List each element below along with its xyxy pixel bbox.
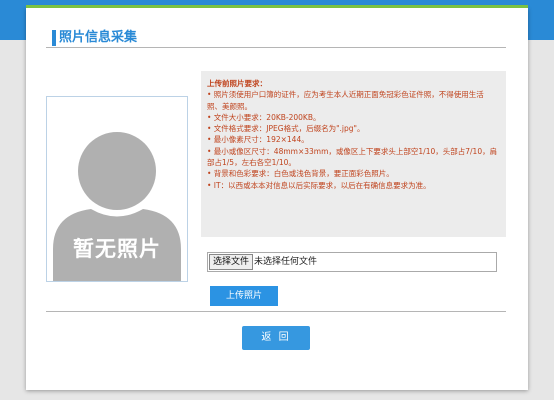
bottom-divider <box>46 311 506 312</box>
requirement-line: • 文件大小要求：20KB-200KB。 <box>207 112 321 122</box>
main-panel: 照片信息采集 暂无照片 上传前照片要求： • 照片须使用户口簿的证件，应为考生本… <box>26 5 528 390</box>
file-status-text: 未选择任何文件 <box>254 257 318 267</box>
requirement-line: • 照片须使用户口簿的证件，应为考生本人近期正面免冠彩色证件照，不得使用生活照、… <box>207 90 484 111</box>
requirement-line: • 最小像素尺寸：192×144。 <box>207 135 309 145</box>
requirement-line: • 文件格式要求：JPEG格式，后缀名为".jpg"。 <box>207 124 365 134</box>
section-title: 照片信息采集 <box>52 30 137 46</box>
upload-photo-button[interactable]: 上传照片 <box>210 286 278 306</box>
return-button[interactable]: 返 回 <box>242 326 310 350</box>
photo-preview: 暂无照片 <box>46 96 188 282</box>
requirement-line: • 背景和色彩要求：白色或浅色背景，要正面彩色照片。 <box>207 169 394 179</box>
accent-line <box>26 5 528 8</box>
photo-requirements: 上传前照片要求： • 照片须使用户口簿的证件，应为考生本人近期正面免冠彩色证件照… <box>201 71 506 237</box>
title-divider <box>46 47 506 48</box>
requirement-line: • IT：以西或本本对信息以后实际要求，以后在有确信息要求为准。 <box>207 180 431 190</box>
requirements-title: 上传前照片要求： <box>207 79 267 88</box>
file-input[interactable]: 选择文件 未选择任何文件 <box>207 252 497 272</box>
requirement-line: • 最小或像区尺寸：48mm×33mm，或像区上下要求头上部空1/10，头部占7… <box>207 146 498 168</box>
no-photo-label: 暂无照片 <box>73 237 161 261</box>
choose-file-button[interactable]: 选择文件 <box>209 254 254 270</box>
